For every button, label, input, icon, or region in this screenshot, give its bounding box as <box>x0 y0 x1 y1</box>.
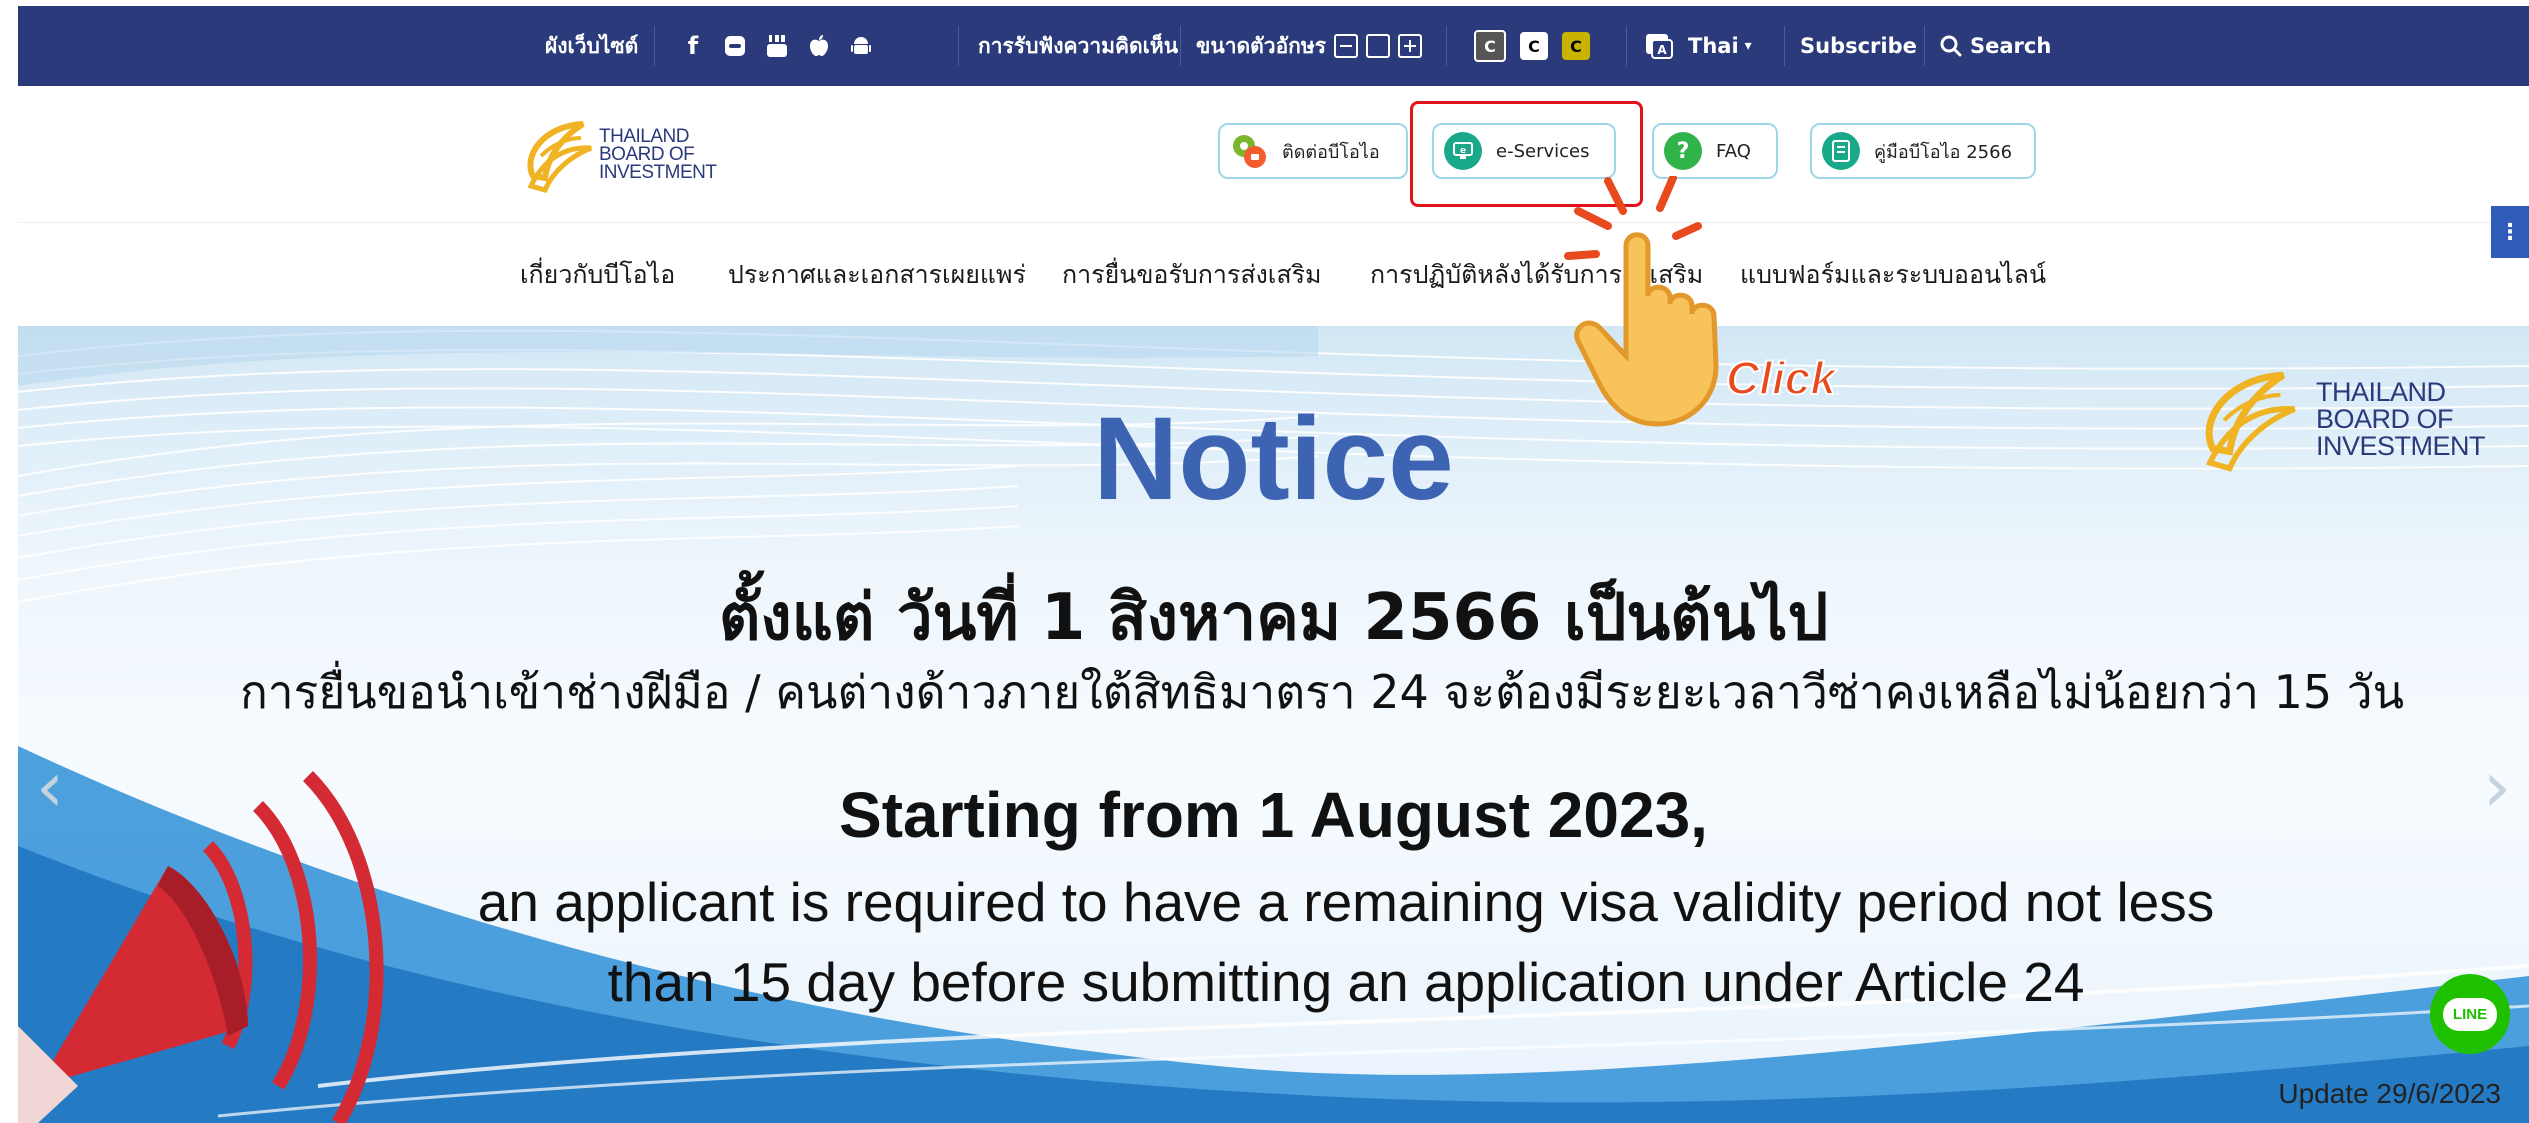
font-size-label: ขนาดตัวอักษร <box>1196 33 1327 58</box>
nav-item-announcements[interactable]: ประกาศและเอกสารเผยแพร่ <box>728 223 1026 327</box>
boi-logo[interactable]: THAILAND BOARD OF INVESTMENT <box>523 116 717 194</box>
click-hand-overlay: Click! <box>1548 174 1852 436</box>
facebook-icon[interactable]: f <box>672 32 714 60</box>
language-dropdown[interactable]: A Thai ▾ <box>1644 6 1752 86</box>
pointing-hand-icon: Click! <box>1564 174 1852 427</box>
top-utility-bar: ผังเว็บไซต์ f การรับฟังความคิดเห็น ขนาดต… <box>18 6 2529 86</box>
notice-title: Notice <box>1093 393 1454 525</box>
boi-wing-icon <box>527 121 592 194</box>
android-icon[interactable] <box>840 35 882 57</box>
line-chat-button[interactable]: LINE <box>2430 974 2510 1054</box>
faq-button[interactable]: ? FAQ <box>1652 123 1778 179</box>
site-header: THAILAND BOARD OF INVESTMENT ติดต่อบีโอไ… <box>18 86 2529 222</box>
faq-label: FAQ <box>1716 140 1751 162</box>
english-body-line-1: an applicant is required to have a remai… <box>477 871 2215 933</box>
svg-text:Click!: Click! <box>1726 352 1838 404</box>
apple-icon[interactable] <box>798 35 840 57</box>
notice-banner: THAILAND BOARD OF INVESTMENT Notice ตั้ง… <box>18 326 2529 1123</box>
side-menu-tab[interactable]: ⋮ <box>2491 206 2529 258</box>
svg-text:A: A <box>1657 43 1667 57</box>
carousel-next-arrow[interactable]: › <box>2483 746 2511 828</box>
flickr-icon[interactable] <box>714 35 756 57</box>
youtube-icon[interactable] <box>756 34 798 58</box>
question-icon: ? <box>1664 132 1702 170</box>
subscribe-link[interactable]: Subscribe <box>1800 6 1917 86</box>
contrast-default-button[interactable]: C <box>1474 30 1506 62</box>
thai-heading: ตั้งแต่ วันที่ 1 สิงหาคม 2566 เป็นต้นไป <box>718 581 1829 655</box>
contrast-yellow-button[interactable]: C <box>1562 32 1590 60</box>
main-navigation: เกี่ยวกับบีโอไอ ประกาศและเอกสารเผยแพร่ ก… <box>18 222 2529 327</box>
language-label: Thai <box>1688 34 1739 58</box>
font-size-control: ขนาดตัวอักษร <box>1196 6 1423 86</box>
contrast-options: C C C <box>1474 6 1604 86</box>
search-icon <box>1940 35 1962 57</box>
line-label: LINE <box>2442 997 2498 1031</box>
boi-guide-button[interactable]: คู่มือบีโอไอ 2566 <box>1810 123 2036 179</box>
nav-item-about[interactable]: เกี่ยวกับบีโอไอ <box>520 223 675 327</box>
feedback-link[interactable]: การรับฟังความคิดเห็น <box>978 6 1178 86</box>
contrast-light-button[interactable]: C <box>1520 32 1548 60</box>
font-decrease-button[interactable] <box>1334 34 1359 58</box>
browser-page: ผังเว็บไซต์ f การรับฟังความคิดเห็น ขนาดต… <box>18 6 2529 1123</box>
font-reset-button[interactable] <box>1366 34 1391 58</box>
contact-boi-label: ติดต่อบีโอไอ <box>1282 141 1380 163</box>
english-heading: Starting from 1 August 2023, <box>839 779 1708 851</box>
chevron-down-icon: ▾ <box>1744 38 1752 54</box>
search-label: Search <box>1970 34 2052 58</box>
contact-boi-button[interactable]: ติดต่อบีโอไอ <box>1218 123 1408 179</box>
guidebook-icon <box>1822 132 1860 170</box>
update-date: Update 29/6/2023 <box>2278 1078 2501 1109</box>
font-increase-button[interactable] <box>1398 34 1423 58</box>
contact-icon <box>1230 132 1268 170</box>
search-button[interactable]: Search <box>1940 6 2051 86</box>
nav-item-apply-promotion[interactable]: การยื่นขอรับการส่งเสริม <box>1062 223 1322 327</box>
social-icons: f <box>672 6 882 86</box>
translate-icon: A <box>1646 34 1673 59</box>
boi-guide-label: คู่มือบีโอไอ 2566 <box>1874 141 2013 163</box>
thai-body: การยื่นขอนำเข้าช่างฝีมือ / คนต่างด้าวภาย… <box>239 665 2405 719</box>
carousel-prev-arrow[interactable]: ‹ <box>36 746 64 828</box>
sitemap-link[interactable]: ผังเว็บไซต์ <box>545 6 638 86</box>
english-body-line-2: than 15 day before submitting an applica… <box>607 951 2085 1013</box>
logo-text: THAILAND BOARD OF INVESTMENT <box>599 126 717 183</box>
